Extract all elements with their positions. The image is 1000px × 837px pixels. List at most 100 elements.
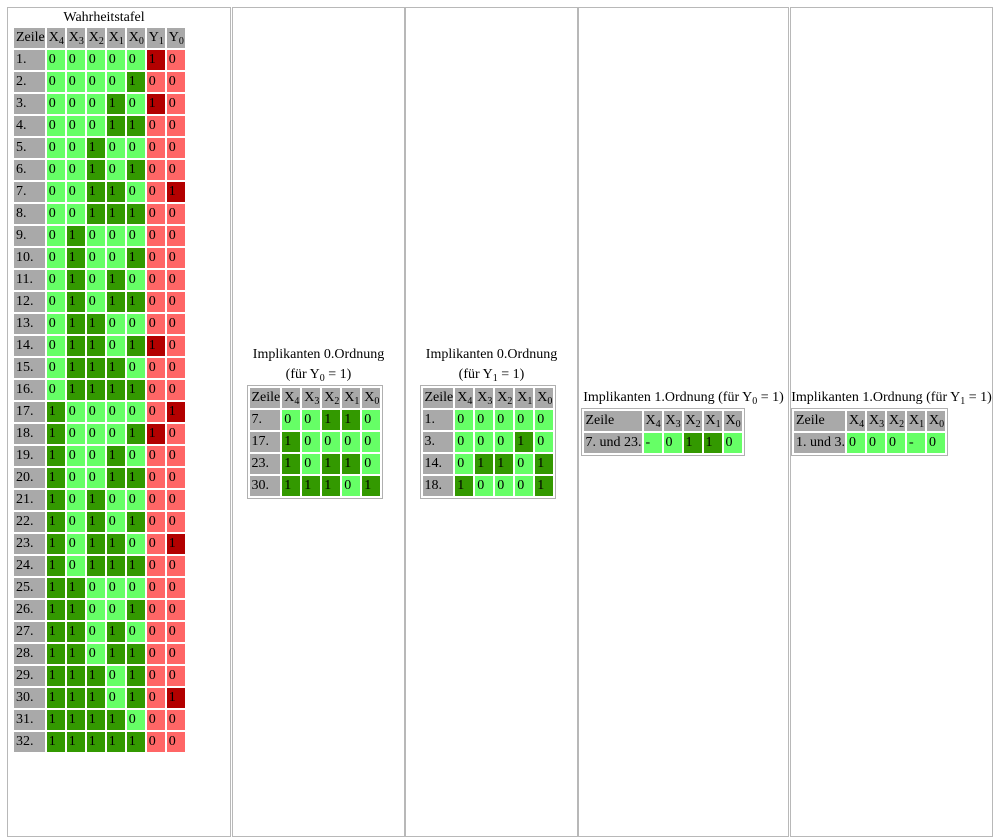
input-cell: 0 <box>342 432 361 452</box>
output-cell: 0 <box>166 644 185 664</box>
input-cell: 1 <box>86 182 105 202</box>
input-cell: 1 <box>86 732 105 752</box>
input-cell: 1 <box>66 336 85 356</box>
output-cell: 1 <box>146 336 165 356</box>
column-header-label: X <box>517 390 528 405</box>
column-header-subscript: 0 <box>939 419 945 430</box>
column-header-subscript: 4 <box>655 419 661 430</box>
column-header-label: X <box>909 413 920 428</box>
implicants-1-y1-title-pre: Implikanten 1.Ordnung (für Y <box>791 390 961 405</box>
column-header-subscript: 0 <box>735 419 741 430</box>
input-cell: 0 <box>86 292 105 312</box>
implicants-0-y0-title-post: = 1) <box>324 367 352 382</box>
output-cell: 0 <box>146 292 165 312</box>
column-header-subscript: 4 <box>294 396 300 407</box>
column-header-subscript: 0 <box>138 36 144 47</box>
input-cell: 1 <box>703 433 722 453</box>
input-cell: 1 <box>495 454 514 474</box>
column-header-label: X <box>889 413 900 428</box>
implicants-0-y1-title-pre: (für Y <box>458 367 493 382</box>
input-cell: 0 <box>455 432 474 452</box>
input-cell: 1 <box>126 160 145 180</box>
table-row: 18. 1 0 0 0 1 1 0 <box>14 424 185 444</box>
column-header-x3: X3 <box>867 411 885 431</box>
output-cell: 0 <box>146 270 165 290</box>
column-header-label: X <box>324 390 335 405</box>
output-cell: 0 <box>146 578 165 598</box>
input-cell: 1 <box>86 314 105 334</box>
row-label: 1. <box>14 50 45 70</box>
input-cell: 0 <box>126 622 145 642</box>
input-cell: 1 <box>66 226 85 246</box>
input-cell: 0 <box>46 226 65 246</box>
table-row: 7. 0 0 1 1 0 <box>249 410 381 430</box>
implicants-1-y1-panel: Implikanten 1.Ordnung (für Y1 = 1) Zeile… <box>790 7 993 837</box>
input-cell: 0 <box>86 446 105 466</box>
table-row: 24. 1 0 1 1 1 0 0 <box>14 556 185 576</box>
input-cell: 1 <box>46 424 65 444</box>
input-cell: 0 <box>106 490 125 510</box>
implicants-1-y0-title: Implikanten 1.Ordnung (für Y0 = 1) <box>581 388 787 408</box>
input-cell: 0 <box>66 402 85 422</box>
input-cell: 0 <box>282 410 301 430</box>
input-cell: 1 <box>66 578 85 598</box>
input-cell: 1 <box>106 446 125 466</box>
input-cell: 0 <box>86 50 105 70</box>
input-cell: 0 <box>495 476 514 496</box>
row-label: 11. <box>14 270 45 290</box>
input-cell: 0 <box>66 424 85 444</box>
column-header-subscript: 3 <box>314 396 320 407</box>
input-cell: 1 <box>46 556 65 576</box>
table-row: 30. 1 1 1 0 1 <box>249 476 381 496</box>
column-header-subscript: 1 <box>715 419 721 430</box>
row-label: 18. <box>422 476 454 496</box>
table-row: 11. 0 1 0 1 0 0 0 <box>14 270 185 290</box>
input-cell: 0 <box>46 270 65 290</box>
column-header-subscript: 2 <box>899 419 905 430</box>
table-row: 10. 0 1 0 0 1 0 0 <box>14 248 185 268</box>
output-cell: 0 <box>146 490 165 510</box>
output-cell: 0 <box>146 160 165 180</box>
row-label: 7. <box>249 410 281 430</box>
output-cell: 0 <box>166 732 185 752</box>
input-cell: 0 <box>86 468 105 488</box>
input-cell: 0 <box>46 50 65 70</box>
input-cell: 1 <box>86 380 105 400</box>
column-header-x4: X4 <box>46 28 65 48</box>
table-row: 18. 1 0 0 0 1 <box>422 476 554 496</box>
row-label: 24. <box>14 556 45 576</box>
input-cell: 0 <box>66 490 85 510</box>
row-label: 5. <box>14 138 45 158</box>
input-cell: 1 <box>86 490 105 510</box>
input-cell: 1 <box>282 476 301 496</box>
table-row: 8. 0 0 1 1 1 0 0 <box>14 204 185 224</box>
input-cell: 1 <box>46 732 65 752</box>
input-cell: 0 <box>847 433 865 453</box>
column-header-label: Zeile <box>424 390 454 405</box>
row-label: 21. <box>14 490 45 510</box>
input-cell: 1 <box>126 116 145 136</box>
column-header-label: X <box>284 390 295 405</box>
column-header-label: X <box>685 413 696 428</box>
input-cell: 0 <box>86 248 105 268</box>
input-cell: 1 <box>106 732 125 752</box>
input-cell: 1 <box>46 600 65 620</box>
row-label: 26. <box>14 600 45 620</box>
column-header-label: X <box>457 390 468 405</box>
input-cell: 1 <box>86 512 105 532</box>
input-cell: 1 <box>46 534 65 554</box>
row-label: 7. <box>14 182 45 202</box>
row-label: 15. <box>14 358 45 378</box>
header-row: Zeile X4 X3 X2 X1 X0 <box>583 411 742 431</box>
column-header-label: Y <box>168 30 179 45</box>
column-header-zeile: Zeile <box>14 28 45 48</box>
output-cell: 0 <box>166 424 185 444</box>
output-cell: 0 <box>146 446 165 466</box>
input-cell: 0 <box>86 226 105 246</box>
output-cell: 0 <box>146 204 165 224</box>
row-label: 27. <box>14 622 45 642</box>
row-label: 7. und 23. <box>583 433 642 453</box>
row-label: 12. <box>14 292 45 312</box>
truth-table-title: Wahrheitstafel <box>63 10 145 25</box>
implicants-0-y1-table: Zeile X4 X3 X2 X1 X0 1. 0 0 0 0 0 3. 0 0 0 1 0 14. 0 1 1 0 1 18.… <box>419 385 557 499</box>
